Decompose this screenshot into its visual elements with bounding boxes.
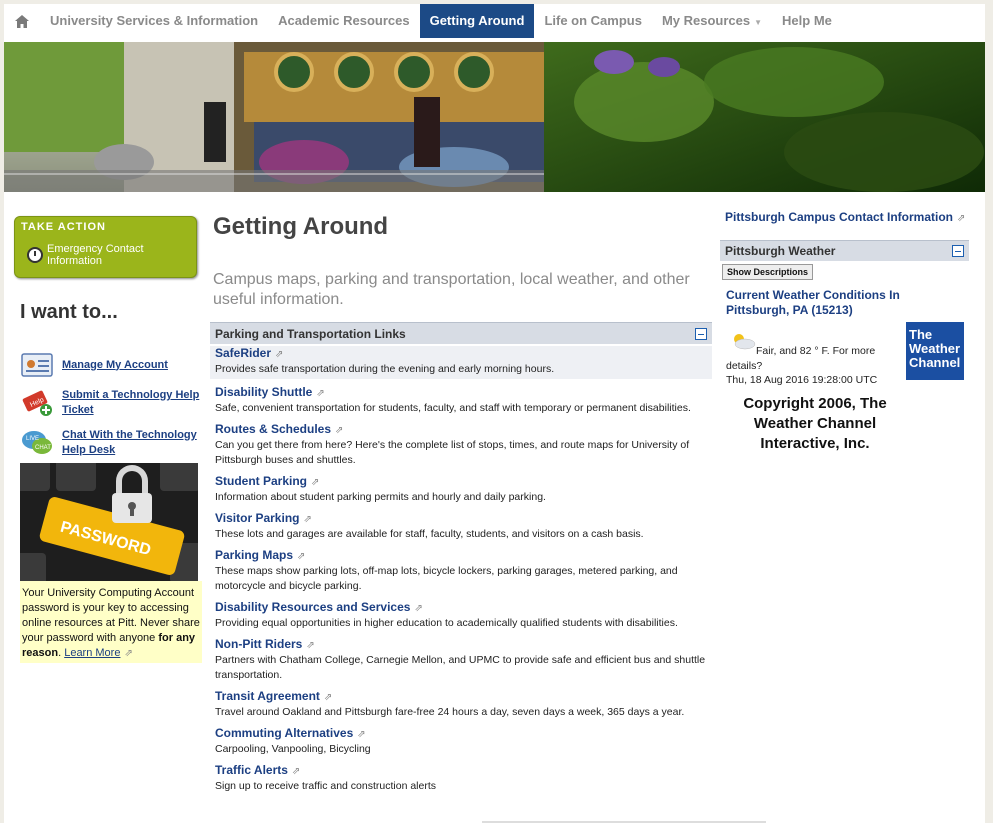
link-description: Safe, convenient transportation for stud… (215, 402, 691, 414)
home-button[interactable] (4, 4, 40, 38)
banner-image (4, 42, 985, 192)
home-icon (15, 14, 29, 28)
take-action-title: TAKE ACTION (21, 221, 106, 233)
link-transit-agreement[interactable]: Transit Agreement (215, 689, 320, 703)
external-link-icon: ⇗ (357, 729, 366, 740)
link-description: Partners with Chatham College, Carnegie … (215, 654, 706, 681)
external-link-icon: ⇗ (291, 766, 301, 777)
password-image: PASSWORD (20, 463, 198, 581)
nav-help-me[interactable]: Help Me (772, 4, 842, 38)
link-description: Travel around Oakland and Pittsburgh far… (215, 706, 685, 718)
external-link-icon: ⇗ (311, 477, 320, 488)
emergency-contact-link[interactable]: Emergency Contact Information (19, 235, 192, 275)
weather-header: Pittsburgh Weather (720, 240, 969, 261)
help-ticket-icon: Help (22, 390, 52, 416)
take-action-box: TAKE ACTION Emergency Contact Informatio… (14, 216, 197, 278)
clock-icon (27, 247, 43, 263)
nav-my-resources-label: My Resources (661, 13, 751, 28)
external-link-icon: ⇗ (303, 514, 312, 525)
parking-transportation-panel: Parking and Transportation Links SafeRid… (210, 322, 712, 792)
external-link-icon: ⇗ (335, 425, 344, 436)
page: University Services & Information Academ… (4, 4, 985, 823)
panel-title: Parking and Transportation Links (215, 326, 406, 341)
nav-my-resources[interactable]: My Resources ▼ (652, 4, 772, 38)
list-item: Commuting Alternatives ⇗ Carpooling, Vanp… (215, 726, 707, 757)
external-link-icon: ⇗ (316, 388, 325, 399)
collapse-icon[interactable] (952, 245, 964, 257)
list-item: Disability Resources and Services ⇗ Provi… (215, 600, 707, 631)
conditions-text: Fair, and 82 ° F. For more details? (726, 345, 876, 372)
campus-contact-link[interactable]: Pittsburgh Campus Contact Information ⇗ (725, 210, 965, 224)
list-item: Routes & Schedules ⇗ Can you get there fr… (215, 422, 707, 468)
campus-contact-label: Pittsburgh Campus Contact Information (725, 210, 953, 224)
nav-life-on-campus[interactable]: Life on Campus (534, 4, 652, 38)
chevron-down-icon: ▼ (754, 18, 763, 27)
list-item: Student Parking ⇗ Information about stude… (215, 474, 707, 505)
external-link-icon: ⇗ (297, 551, 306, 562)
external-link-icon: ⇗ (275, 349, 284, 360)
link-routes-schedules[interactable]: Routes & Schedules (215, 422, 331, 436)
list-item: Non-Pitt Riders ⇗ Partners with Chatham C… (215, 637, 707, 683)
weather-title: Pittsburgh Weather (725, 244, 836, 258)
quick-link-manage-account[interactable]: Manage My Account (20, 350, 204, 380)
external-link-icon: ⇗ (124, 648, 133, 659)
link-description: Provides safe transportation during the … (215, 363, 555, 375)
link-list: SafeRider ⇗ Provides safe transportation … (210, 344, 712, 794)
external-link-icon: ⇗ (414, 603, 423, 614)
link-student-parking[interactable]: Student Parking (215, 474, 307, 488)
quick-link-help-ticket[interactable]: Help Submit a Technology Help Ticket (20, 388, 204, 418)
link-description: Carpooling, Vanpooling, Bicycling (215, 743, 371, 755)
password-notice: Your University Computing Account passwo… (20, 581, 202, 663)
top-navigation: University Services & Information Academ… (4, 4, 985, 38)
link-description: These maps show parking lots, off-map lo… (215, 565, 678, 592)
weather-timestamp: Thu, 18 Aug 2016 19:28:00 UTC (726, 374, 878, 386)
svg-text:LIVE: LIVE (26, 436, 39, 442)
quick-link-live-chat[interactable]: LIVE CHAT Chat With the Technology Help … (20, 428, 204, 458)
page-title: Getting Around (213, 213, 389, 240)
nav-academic-resources[interactable]: Academic Resources (268, 4, 420, 38)
svg-text:CHAT: CHAT (35, 445, 51, 451)
link-description: These lots and garages are available for… (215, 528, 644, 540)
nav-getting-around[interactable]: Getting Around (419, 4, 535, 38)
collapse-icon[interactable] (695, 327, 707, 340)
link-parking-maps[interactable]: Parking Maps (215, 548, 293, 562)
link-description: Providing equal opportunities in higher … (215, 617, 678, 629)
list-item: SafeRider ⇗ Provides safe transportation … (210, 346, 712, 379)
learn-more-link[interactable]: Learn More (64, 647, 120, 659)
show-descriptions-button[interactable]: Show Descriptions (722, 264, 814, 280)
live-chat-icon: LIVE CHAT (22, 431, 52, 454)
link-disability-resources[interactable]: Disability Resources and Services (215, 600, 410, 614)
link-non-pitt-riders[interactable]: Non-Pitt Riders (215, 637, 302, 651)
link-visitor-parking[interactable]: Visitor Parking (215, 511, 299, 525)
list-item: Transit Agreement ⇗ Travel around Oakland… (215, 689, 707, 720)
emergency-contact-label: Emergency Contact Information (47, 243, 144, 267)
list-item: Traffic Alerts ⇗ Sign up to receive traff… (215, 763, 707, 794)
link-disability-shuttle[interactable]: Disability Shuttle (215, 385, 312, 399)
i-want-to-heading: I want to... (20, 301, 118, 323)
link-description: Information about student parking permit… (215, 491, 546, 503)
link-commuting-alternatives[interactable]: Commuting Alternatives (215, 726, 353, 740)
nav-university-services[interactable]: University Services & Information (40, 4, 268, 38)
link-saferider[interactable]: SafeRider (215, 346, 271, 360)
quick-link-label: Submit a Technology Help Ticket (62, 389, 200, 416)
link-description: Sign up to receive traffic and construct… (215, 780, 437, 792)
current-conditions-link[interactable]: Current Weather Conditions In Pittsburgh… (726, 288, 966, 318)
external-link-icon: ⇗ (957, 213, 966, 224)
weather-panel: Pittsburgh Weather Show Descriptions Cur… (720, 240, 969, 454)
account-card-icon (21, 353, 53, 377)
weather-channel-logo[interactable]: The Weather Channel (906, 322, 964, 380)
link-description: Can you get there from here? Here's the … (215, 439, 690, 466)
weather-copyright: Copyright 2006, The Weather Channel Inte… (743, 395, 887, 452)
list-item: Disability Shuttle ⇗ Safe, convenient tra… (215, 385, 707, 416)
quick-link-label: Manage My Account (62, 358, 168, 371)
quick-link-label: Chat With the Technology Help Desk (62, 429, 197, 456)
link-traffic-alerts[interactable]: Traffic Alerts (215, 763, 288, 777)
page-description: Campus maps, parking and transportation,… (213, 271, 690, 308)
panel-header: Parking and Transportation Links (210, 322, 712, 344)
external-link-icon: ⇗ (323, 692, 333, 703)
list-item: Parking Maps ⇗ These maps show parking lo… (215, 548, 707, 594)
list-item: Visitor Parking ⇗ These lots and garages … (215, 511, 707, 542)
external-link-icon: ⇗ (306, 640, 315, 651)
